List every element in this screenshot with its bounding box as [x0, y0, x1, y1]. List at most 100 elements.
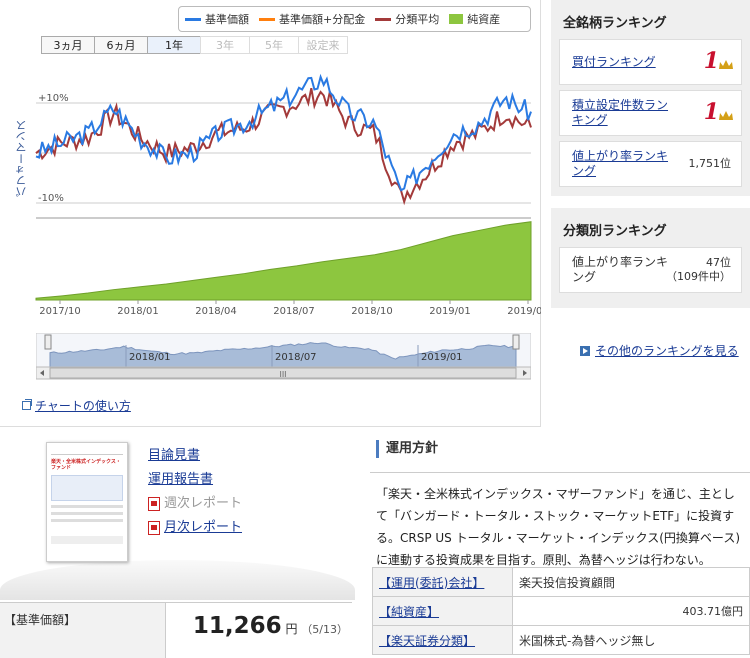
- nav-price-date: （5/13）: [301, 623, 348, 636]
- rank-number: 1: [703, 99, 719, 125]
- info-key-label[interactable]: 【純資産】: [379, 605, 439, 619]
- category-rank-label: 値上がり率ランキング: [572, 255, 669, 284]
- howto-label[interactable]: チャートの使い方: [35, 397, 131, 414]
- external-link-icon: [22, 399, 32, 410]
- crown-icon: [719, 60, 733, 69]
- management-report-link[interactable]: 運用報告書: [148, 468, 242, 492]
- navigator-tick-label: 2018/07: [275, 352, 317, 363]
- rank-value: 1,751位: [688, 157, 732, 170]
- weekly-report-link: 週次レポート: [148, 492, 242, 516]
- pdf-icon: [148, 521, 160, 535]
- performance-chart[interactable]: +10% -10% 2017/10 2018/01 2018/04 2018/07 2018…: [0, 55, 541, 317]
- thumb-line: [51, 505, 123, 508]
- x-tick-label: 2018/04: [195, 306, 237, 317]
- rank-row-purchase: 買付ランキング 1: [559, 39, 742, 85]
- legend-item-category-average[interactable]: 分類平均: [375, 11, 439, 27]
- x-tick-label: 2017/10: [39, 306, 81, 317]
- nav-price-box: 【基準価額】 11,266 円 （5/13）: [0, 602, 352, 658]
- info-key-label[interactable]: 【楽天証券分類】: [379, 634, 475, 648]
- navigator-tick-label: 2019/01: [421, 352, 463, 363]
- thumb-line: [51, 512, 123, 515]
- thumb-table: [51, 475, 123, 501]
- navigator-right-handle[interactable]: [512, 334, 520, 350]
- arrow-right-icon: [580, 345, 590, 356]
- legend-label: 基準価額: [205, 13, 249, 26]
- nav-price-unit: 円: [285, 622, 298, 636]
- info-key-label[interactable]: 【運用(委託)会社】: [379, 576, 484, 590]
- other-ranking-label[interactable]: その他のランキングを見る: [595, 342, 739, 359]
- nav-price-value: 11,266: [192, 613, 282, 639]
- table-row: 【純資産】 403.71億円: [372, 596, 750, 626]
- thumb-footer: [51, 536, 123, 544]
- range-navigator[interactable]: 2018/01 2018/07 2019/01 III: [36, 333, 531, 381]
- info-key[interactable]: 【純資産】: [372, 596, 513, 626]
- document-links: 目論見書 運用報告書 週次レポート 月次レポート: [148, 444, 242, 540]
- tab-3m[interactable]: 3ヵ月: [41, 36, 95, 54]
- line-swatch-icon: [185, 17, 201, 21]
- document-pedestal: [0, 560, 355, 600]
- legend-item-nav-dividend[interactable]: 基準価額+分配金: [259, 11, 365, 27]
- tab-6m[interactable]: 6ヵ月: [94, 36, 148, 54]
- prospectus-thumbnail[interactable]: 楽天・全米株式インデックス・ファンド: [46, 442, 128, 562]
- documents-section: 楽天・全米株式インデックス・ファンド 目論見書 運用報告書 週次レポート 月次レ…: [0, 430, 355, 600]
- area-swatch-icon: [449, 14, 464, 24]
- investment-policy: 運用方針 「楽天・全米株式インデックス・マザーファンド」を通じ、主として「バンガ…: [370, 440, 750, 571]
- x-tick-label: 2018/10: [351, 306, 393, 317]
- table-row: 【楽天証券分類】 米国株式-為替ヘッジ無し: [372, 625, 750, 655]
- rank-label-gain[interactable]: 値上がり率ランキング: [572, 149, 672, 179]
- info-value: 米国株式-為替ヘッジ無し: [512, 625, 750, 655]
- policy-text: 「楽天・全米株式インデックス・マザーファンド」を通じ、主として「バンガード・トー…: [370, 472, 750, 571]
- weekly-report-label: 週次レポート: [164, 496, 243, 511]
- x-tick-label: 2019/04: [507, 306, 541, 317]
- scrollbar-grip: III: [279, 370, 286, 379]
- other-ranking-link[interactable]: その他のランキングを見る: [580, 342, 739, 359]
- info-key[interactable]: 【運用(委託)会社】: [372, 567, 513, 597]
- rank-number: 1: [703, 48, 719, 74]
- info-key[interactable]: 【楽天証券分類】: [372, 625, 513, 655]
- thumb-header-line: [51, 447, 123, 455]
- tab-since-inception: 設定来: [298, 36, 348, 54]
- info-value: 楽天投信投資顧問: [512, 567, 750, 597]
- nav-price-label: 【基準価額】: [0, 603, 166, 658]
- legend-label: 基準価額+分配金: [279, 13, 366, 26]
- info-value: 403.71億円: [512, 596, 750, 626]
- tab-3y: 3年: [200, 36, 250, 54]
- all-ranking-title: 全銘柄ランキング: [563, 16, 667, 31]
- legend-item-nav[interactable]: 基準価額: [185, 11, 249, 27]
- category-rank-total: （109件中）: [666, 270, 731, 283]
- rank-label-recurring[interactable]: 積立設定件数ランキング: [572, 98, 672, 128]
- period-tabs: 3ヵ月 6ヵ月 1年 3年 5年 設定来: [41, 36, 348, 54]
- line-swatch-icon: [375, 17, 392, 21]
- x-tick-label: 2019/01: [429, 306, 471, 317]
- navigator-left-handle[interactable]: [44, 334, 52, 350]
- legend-label: 純資産: [467, 13, 501, 26]
- thumb-line: [51, 519, 123, 522]
- rank-label-purchase[interactable]: 買付ランキング: [572, 55, 672, 70]
- tab-1y[interactable]: 1年: [147, 36, 201, 54]
- navigator-tick-label: 2018/01: [129, 352, 171, 363]
- tab-5y: 5年: [249, 36, 299, 54]
- table-row: 【運用(委託)会社】 楽天投信投資顧問: [372, 567, 750, 597]
- ranking-sidebar: 全銘柄ランキング 買付ランキング 1 積立設定件数ランキング 1 値上がり率ラン…: [551, 0, 750, 430]
- x-tick-label: 2018/07: [273, 306, 315, 317]
- legend-item-net-assets[interactable]: 純資産: [449, 11, 500, 27]
- policy-title: 運用方針: [376, 440, 750, 458]
- chart-howto-link[interactable]: チャートの使い方: [22, 397, 131, 414]
- line-swatch-icon: [259, 17, 275, 21]
- category-rank-position: 47位: [706, 256, 731, 269]
- nav-price-value-group: 11,266 円 （5/13）: [170, 613, 348, 639]
- category-ranking-box: 分類別ランキング 値上がり率ランキング 47位 （109件中）: [551, 208, 750, 308]
- chart-panel: 基準価額 基準価額+分配金 分類平均 純資産 3ヵ月 6ヵ月 1年 3年 5年 …: [0, 0, 541, 427]
- management-report-label[interactable]: 運用報告書: [148, 468, 213, 492]
- category-ranking-title: 分類別ランキング: [563, 224, 667, 239]
- prospectus-label[interactable]: 目論見書: [148, 444, 200, 468]
- monthly-report-label[interactable]: 月次レポート: [164, 516, 242, 540]
- pdf-icon: [148, 497, 160, 511]
- fund-info-table: 【運用(委託)会社】 楽天投信投資顧問 【純資産】 403.71億円 【楽天証券…: [372, 567, 750, 655]
- all-ranking-box: 全銘柄ランキング 買付ランキング 1 積立設定件数ランキング 1 値上がり率ラン…: [551, 0, 750, 196]
- prospectus-link[interactable]: 目論見書: [148, 444, 242, 468]
- category-rank-row: 値上がり率ランキング 47位 （109件中）: [559, 247, 742, 293]
- y-tick-label: +10%: [38, 93, 69, 104]
- monthly-report-link[interactable]: 月次レポート: [148, 516, 242, 540]
- legend-label: 分類平均: [395, 13, 440, 26]
